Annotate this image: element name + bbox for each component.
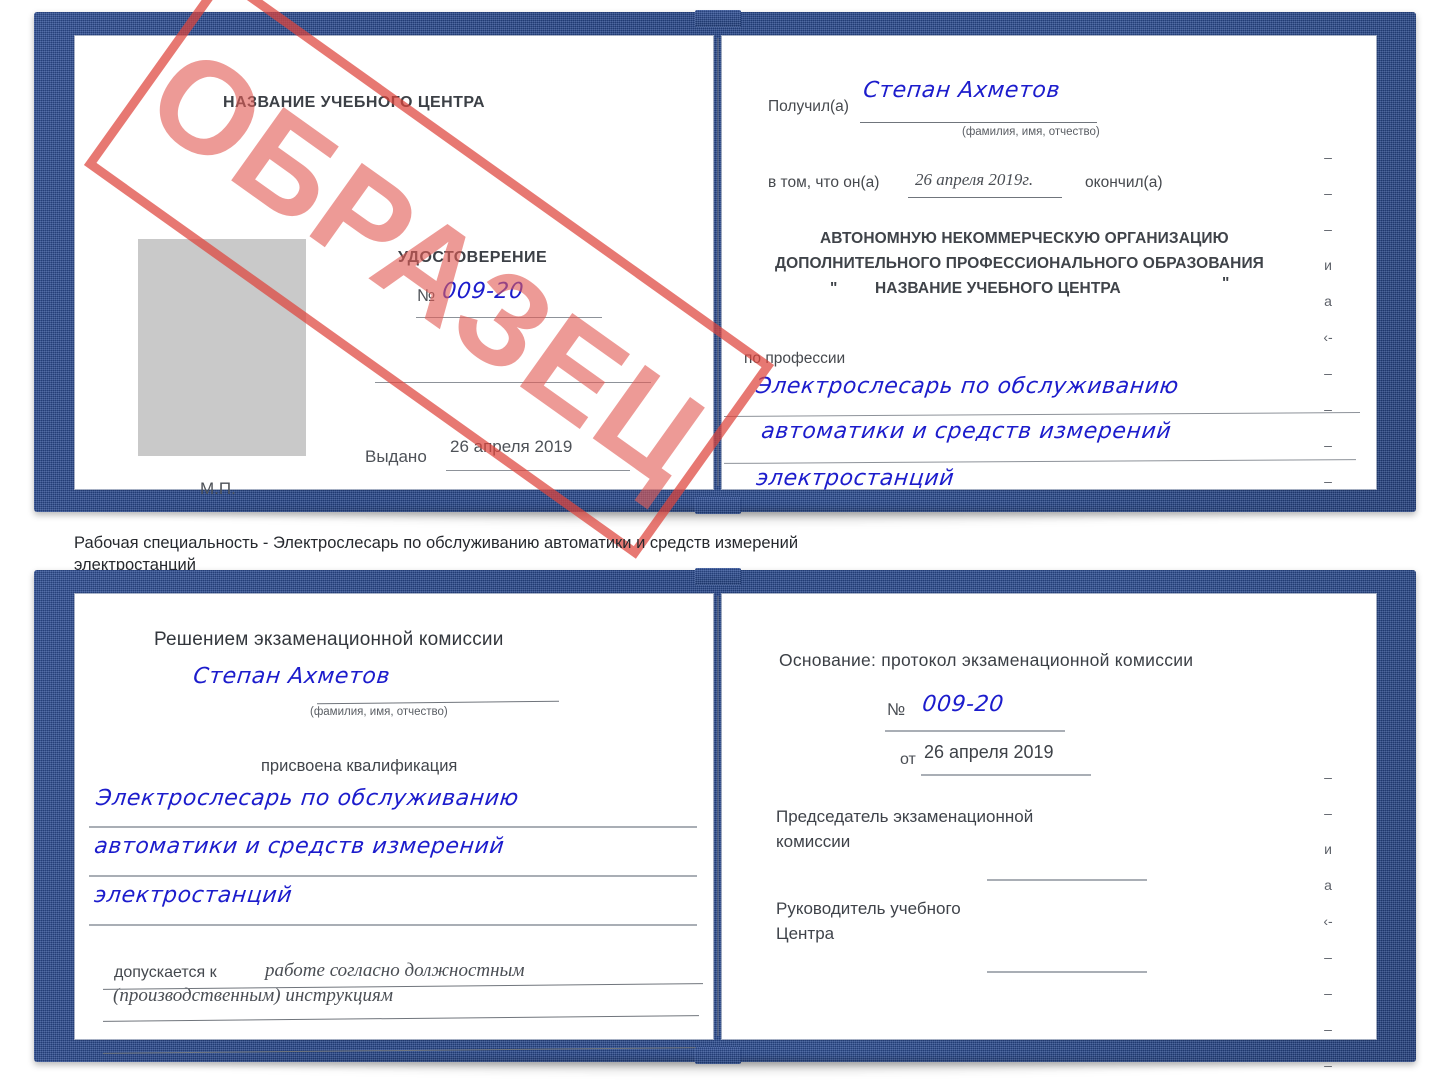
profession-label: по профессии (744, 350, 846, 367)
organization-line-3: НАЗВАНИЕ УЧЕБНОГО ЦЕНТРА (875, 280, 1121, 297)
spine-notch-bottom-lower (695, 1047, 741, 1064)
protocol-number-value: 009-20 (921, 692, 1006, 717)
finished-label: окончил(а) (1085, 174, 1163, 191)
qualification-rule-2 (89, 875, 697, 877)
margin-glyph: – (1324, 149, 1332, 165)
margin-glyph: – (1324, 769, 1332, 785)
spine-top (717, 38, 719, 486)
number-rule (416, 317, 602, 318)
page-top-right: Получил(а) Степан Ахметов (фамилия, имя,… (722, 36, 1376, 491)
organization-quote-open: " (830, 280, 838, 297)
profession-line-3: электростанций (755, 466, 956, 491)
head-label-line-1: Руководитель учебного (776, 899, 961, 918)
margin-glyph: а (1324, 877, 1332, 893)
margin-glyph: ‹- (1323, 329, 1333, 345)
protocol-number-rule (885, 730, 1065, 732)
margin-glyph-column-bottom: – – и а ‹- – – – – (1313, 770, 1343, 1072)
spine-notch-bottom-upper (695, 568, 741, 585)
protocol-number-label: № (887, 700, 906, 719)
page-bottom-left: Решением экзаменационной комиссии Степан… (75, 594, 713, 1054)
admitted-value-line-1: работе согласно должностным (265, 960, 525, 981)
that-he-label: в том, что он(а) (768, 174, 880, 191)
basis-label: Основание: протокол экзаменационной коми… (779, 650, 1194, 670)
head-signature-rule (987, 971, 1147, 973)
profession-line-1: Электрослесарь по обслуживанию (755, 374, 1181, 399)
margin-glyph: а (1324, 293, 1332, 309)
qualification-line-3: электростанций (93, 883, 294, 908)
received-rule (860, 122, 1097, 123)
margin-glyph: и (1324, 841, 1332, 857)
admitted-label: допускается к (114, 964, 217, 981)
chairman-signature-rule (987, 879, 1147, 881)
completion-date: 26 апреля 2019г. (915, 170, 1034, 189)
organization-line-2: ДОПОЛНИТЕЛЬНОГО ПРОФЕССИОНАЛЬНОГО ОБРАЗО… (775, 255, 1264, 272)
commission-decision-title: Решением экзаменационной комиссии (154, 629, 504, 650)
photo-placeholder (138, 239, 306, 456)
fio-hint-bottom: (фамилия, имя, отчество) (310, 706, 448, 718)
qualification-label: присвоена квалификация (261, 757, 458, 775)
margin-glyph: – (1324, 949, 1332, 965)
qualification-line-2: автоматики и средств измерений (93, 834, 506, 859)
protocol-date-label: от (900, 751, 916, 768)
spine-bottom (717, 596, 719, 1036)
fio-hint: (фамилия, имя, отчество) (962, 126, 1100, 138)
spine-notch-top-upper (695, 10, 741, 27)
margin-glyph: – (1324, 185, 1332, 201)
margin-glyph: – (1324, 401, 1332, 417)
admitted-rule-2 (103, 1015, 699, 1022)
qualification-line-1: Электрослесарь по обслуживанию (95, 786, 521, 811)
document-type-title: УДОСТОВЕРЕНИЕ (398, 249, 548, 266)
organization-quote-close: " (1222, 275, 1230, 292)
margin-glyph: – (1324, 1021, 1332, 1037)
profession-rule-2 (724, 459, 1356, 464)
qualification-rule-3 (89, 924, 697, 926)
margin-glyph: – (1324, 1057, 1332, 1073)
seal-label: М.П. (200, 479, 236, 498)
profession-rule-1 (724, 412, 1360, 417)
number-label: № (417, 286, 436, 305)
chairman-label-line-1: Председатель экзаменационной (776, 807, 1034, 826)
certificate-bottom: Решением экзаменационной комиссии Степан… (34, 568, 1416, 1076)
student-name-value: Степан Ахметов (192, 664, 392, 689)
margin-glyph: – (1324, 985, 1332, 1001)
margin-glyph: – (1324, 221, 1332, 237)
chairman-label-line-2: комиссии (776, 832, 851, 851)
margin-glyph: – (1324, 805, 1332, 821)
margin-glyph: – (1324, 473, 1332, 489)
qualification-rule-1 (89, 826, 697, 828)
protocol-date-rule (921, 774, 1091, 776)
blank-rule-1 (375, 382, 651, 383)
page-bottom-right: Основание: протокол экзаменационной коми… (722, 594, 1376, 1039)
issued-label: Выдано (365, 447, 427, 466)
page-top-left: НАЗВАНИЕ УЧЕБНОГО ЦЕНТРА УДОСТОВЕРЕНИЕ №… (75, 36, 713, 498)
margin-glyph-column-top: – – – и а ‹- – – – – (1313, 150, 1343, 488)
received-value: Степан Ахметов (862, 78, 1062, 103)
caption-line-1: Рабочая специальность - Электрослесарь п… (74, 534, 799, 552)
received-label: Получил(а) (768, 98, 849, 115)
margin-glyph: – (1324, 365, 1332, 381)
completion-date-rule (908, 197, 1062, 198)
training-center-title: НАЗВАНИЕ УЧЕБНОГО ЦЕНТРА (223, 94, 486, 111)
protocol-date-value: 26 апреля 2019 (924, 742, 1054, 762)
student-name-rule (317, 700, 559, 705)
issued-value: 26 апреля 2019 (450, 437, 573, 456)
organization-line-1: АВТОНОМНУЮ НЕКОММЕРЧЕСКУЮ ОРГАНИЗАЦИЮ (820, 230, 1229, 247)
spine-notch-top-lower (695, 497, 741, 514)
issued-rule (446, 470, 630, 471)
profession-line-2: автоматики и средств измерений (760, 419, 1173, 444)
margin-glyph: ‹- (1323, 913, 1333, 929)
number-value: 009-20 (441, 279, 526, 304)
margin-glyph: – (1324, 437, 1332, 453)
head-label-line-2: Центра (776, 924, 835, 943)
margin-glyph: и (1324, 257, 1332, 273)
certificate-top: НАЗВАНИЕ УЧЕБНОГО ЦЕНТРА УДОСТОВЕРЕНИЕ №… (34, 0, 1416, 559)
